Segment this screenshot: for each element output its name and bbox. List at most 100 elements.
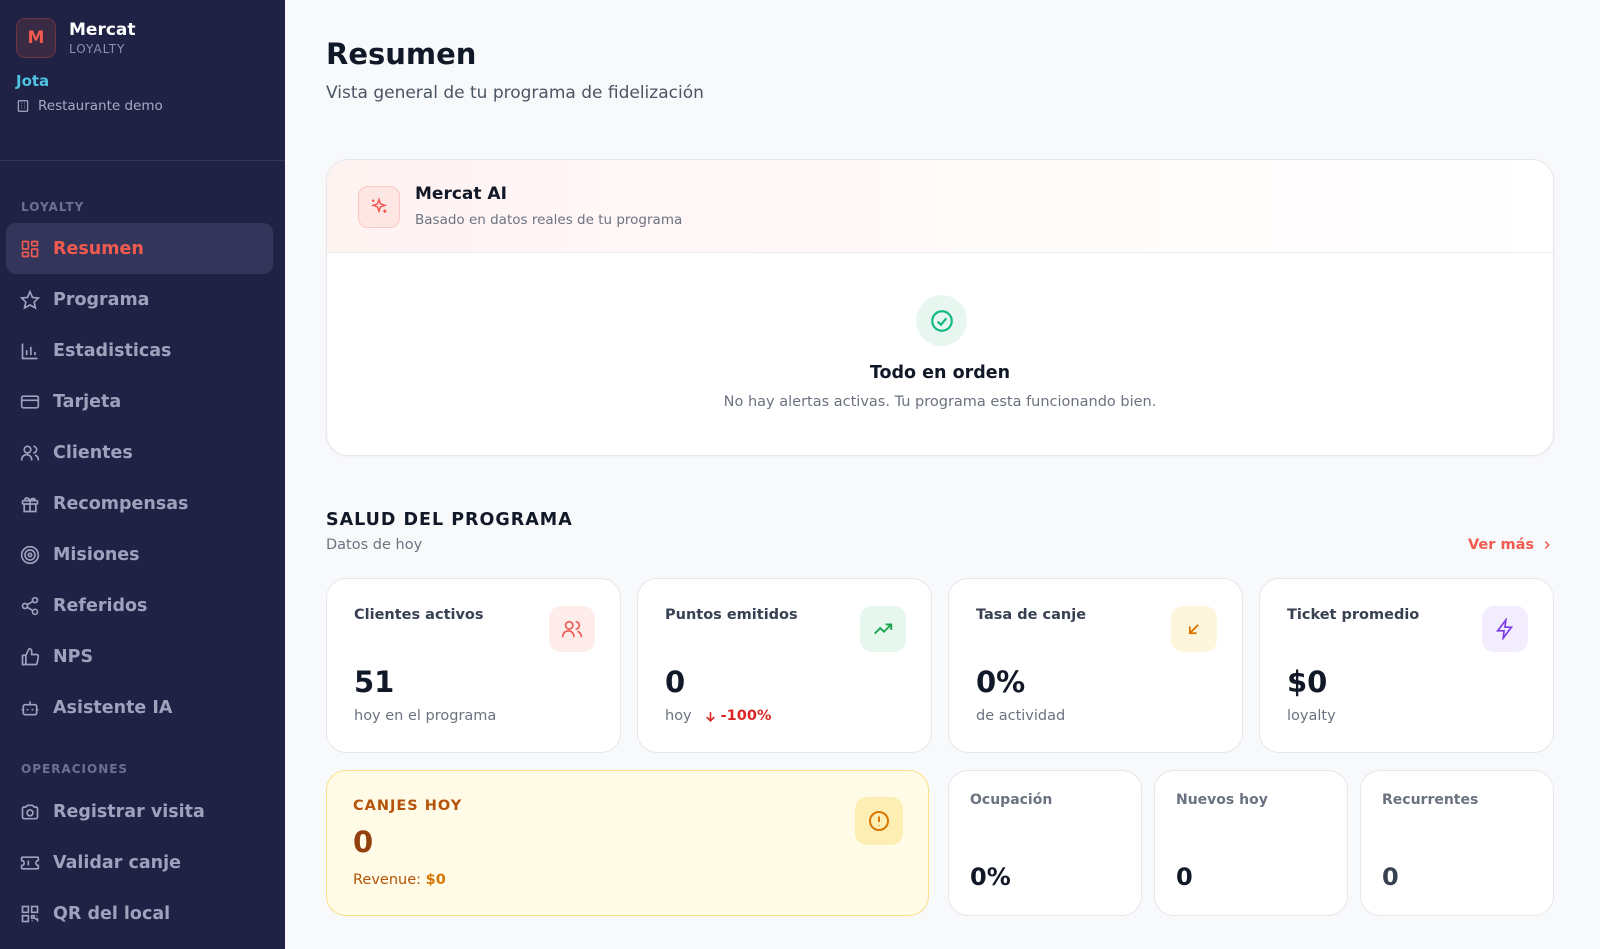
sidebar-item-label: Misiones — [53, 544, 140, 565]
ticket-icon — [20, 855, 40, 870]
sidebar-item-label: Resumen — [53, 238, 144, 259]
ai-card-header: Mercat AI Basado en datos reales de tu p… — [327, 160, 1553, 253]
arrow-down-left-icon — [1171, 606, 1217, 652]
canjes-revenue: Revenue: $0 — [353, 872, 446, 888]
ai-card-title: Mercat AI — [415, 184, 507, 204]
mini-label: Recurrentes — [1382, 792, 1479, 808]
credit-card-icon — [20, 394, 40, 409]
sidebar: M Mercat LOYALTY Jota Restaurante demo L… — [0, 0, 285, 949]
users-icon — [549, 606, 595, 652]
sidebar-item-referidos[interactable]: Referidos — [6, 580, 273, 631]
nav-section-operaciones: OPERACIONES — [21, 762, 129, 776]
mini-value: 0 — [1382, 863, 1399, 891]
mini-value: 0% — [970, 863, 1011, 891]
brand: M Mercat LOYALTY — [0, 0, 285, 58]
sidebar-item-label: Programa — [53, 289, 150, 310]
sidebar-item-validar-canje[interactable]: Validar canje — [6, 837, 273, 888]
stat-card-tasa-de-canje: Tasa de canje 0% de actividad — [948, 578, 1243, 753]
sidebar-item-label: Registrar visita — [53, 801, 205, 822]
trending-up-icon — [860, 606, 906, 652]
sidebar-item-label: Referidos — [53, 595, 148, 616]
sidebar-item-estadisticas[interactable]: Estadisticas — [6, 325, 273, 376]
sidebar-item-label: QR del local — [53, 903, 171, 924]
stat-note-text: loyalty — [1287, 708, 1336, 724]
ai-status-message: No hay alertas activas. Tu programa esta… — [723, 394, 1157, 410]
stat-note: hoy -100% — [665, 708, 771, 724]
ai-status-title: Todo en orden — [869, 363, 1011, 383]
sidebar-item-label: Recompensas — [53, 493, 189, 514]
page-subtitle: Vista general de tu programa de fideliza… — [326, 83, 704, 103]
main-content: Resumen Vista general de tu programa de … — [285, 0, 1600, 949]
revenue-label: Revenue: — [353, 872, 422, 888]
stat-value: 0% — [976, 665, 1026, 699]
brand-subtitle: LOYALTY — [69, 42, 126, 56]
stat-value: 51 — [354, 665, 395, 699]
delta-badge: -100% — [704, 708, 772, 724]
canjes-label: CANJES HOY — [353, 798, 463, 814]
sidebar-item-label: Validar canje — [53, 852, 181, 873]
stat-note-text: hoy — [665, 708, 692, 724]
mini-value: 0 — [1176, 863, 1193, 891]
delta-value: -100% — [720, 708, 772, 724]
building-icon — [17, 100, 29, 112]
gift-icon — [21, 496, 39, 512]
sidebar-item-tarjeta[interactable]: Tarjeta — [6, 376, 273, 427]
share-icon — [21, 596, 39, 615]
user-name: Jota — [16, 72, 50, 90]
mini-label: Nuevos hoy — [1176, 792, 1268, 808]
sidebar-item-label: Clientes — [53, 442, 133, 463]
ai-card-subtitle: Basado en datos reales de tu programa — [415, 212, 683, 228]
stat-note-text: hoy en el programa — [354, 708, 497, 724]
sidebar-item-label: Tarjeta — [53, 391, 122, 412]
store-selector[interactable]: Restaurante demo — [0, 90, 285, 114]
sidebar-item-misiones[interactable]: Misiones — [6, 529, 273, 580]
sidebar-item-label: Asistente IA — [53, 697, 173, 718]
alert-circle-icon — [855, 797, 903, 845]
brand-logo: M — [16, 18, 56, 58]
mini-card-recurrentes: Recurrentes 0 — [1360, 770, 1554, 916]
ver-mas-link[interactable]: Ver más — [1468, 537, 1554, 553]
stat-value: 0 — [665, 665, 686, 699]
stat-label: Clientes activos — [354, 607, 484, 623]
sidebar-item-recompensas[interactable]: Recompensas — [6, 478, 273, 529]
stat-note: hoy en el programa — [354, 708, 496, 724]
sidebar-item-qr-del-local[interactable]: QR del local — [6, 888, 273, 939]
chevron-right-icon — [1544, 540, 1550, 550]
revenue-value: $0 — [425, 872, 446, 888]
nav-section-loyalty: LOYALTY — [21, 200, 85, 214]
store-name: Restaurante demo — [38, 98, 163, 114]
sidebar-item-nps[interactable]: NPS — [6, 631, 273, 682]
stat-note: loyalty — [1287, 708, 1336, 724]
check-circle-icon — [916, 295, 967, 346]
health-section-subtitle: Datos de hoy — [326, 537, 423, 553]
arrow-down-icon — [705, 711, 715, 722]
mini-card-ocupacion: Ocupación 0% — [948, 770, 1142, 916]
sidebar-item-clientes[interactable]: Clientes — [6, 427, 273, 478]
mini-card-nuevos-hoy: Nuevos hoy 0 — [1154, 770, 1348, 916]
stat-label: Tasa de canje — [976, 607, 1087, 623]
sparkles-icon — [358, 186, 400, 228]
sidebar-item-programa[interactable]: Programa — [6, 274, 273, 325]
stat-card-puntos-emitidos: Puntos emitidos 0 hoy -100% — [637, 578, 932, 753]
stat-note-text: de actividad — [976, 708, 1066, 724]
target-icon — [20, 545, 40, 564]
sidebar-item-asistente-ia[interactable]: Asistente IA — [6, 682, 273, 733]
sidebar-item-label: Estadisticas — [53, 340, 172, 361]
sidebar-divider — [0, 160, 285, 161]
stat-value: $0 — [1287, 665, 1328, 699]
stat-label: Puntos emitidos — [665, 607, 798, 623]
zap-icon — [1482, 606, 1528, 652]
qr-icon — [21, 905, 39, 922]
sidebar-item-registrar-visita[interactable]: Registrar visita — [6, 786, 273, 837]
bot-icon — [21, 700, 39, 715]
page-title: Resumen — [326, 37, 477, 71]
grid-icon — [21, 240, 39, 257]
canjes-hoy-card: CANJES HOY 0 Revenue: $0 — [326, 770, 929, 916]
bar-chart-icon — [21, 343, 38, 359]
sidebar-item-resumen[interactable]: Resumen — [6, 223, 273, 274]
mini-label: Ocupación — [970, 792, 1053, 808]
health-section-title: SALUD DEL PROGRAMA — [326, 510, 573, 530]
star-icon — [20, 289, 40, 310]
ai-card: Mercat AI Basado en datos reales de tu p… — [326, 159, 1554, 456]
ver-mas-label: Ver más — [1468, 537, 1534, 553]
